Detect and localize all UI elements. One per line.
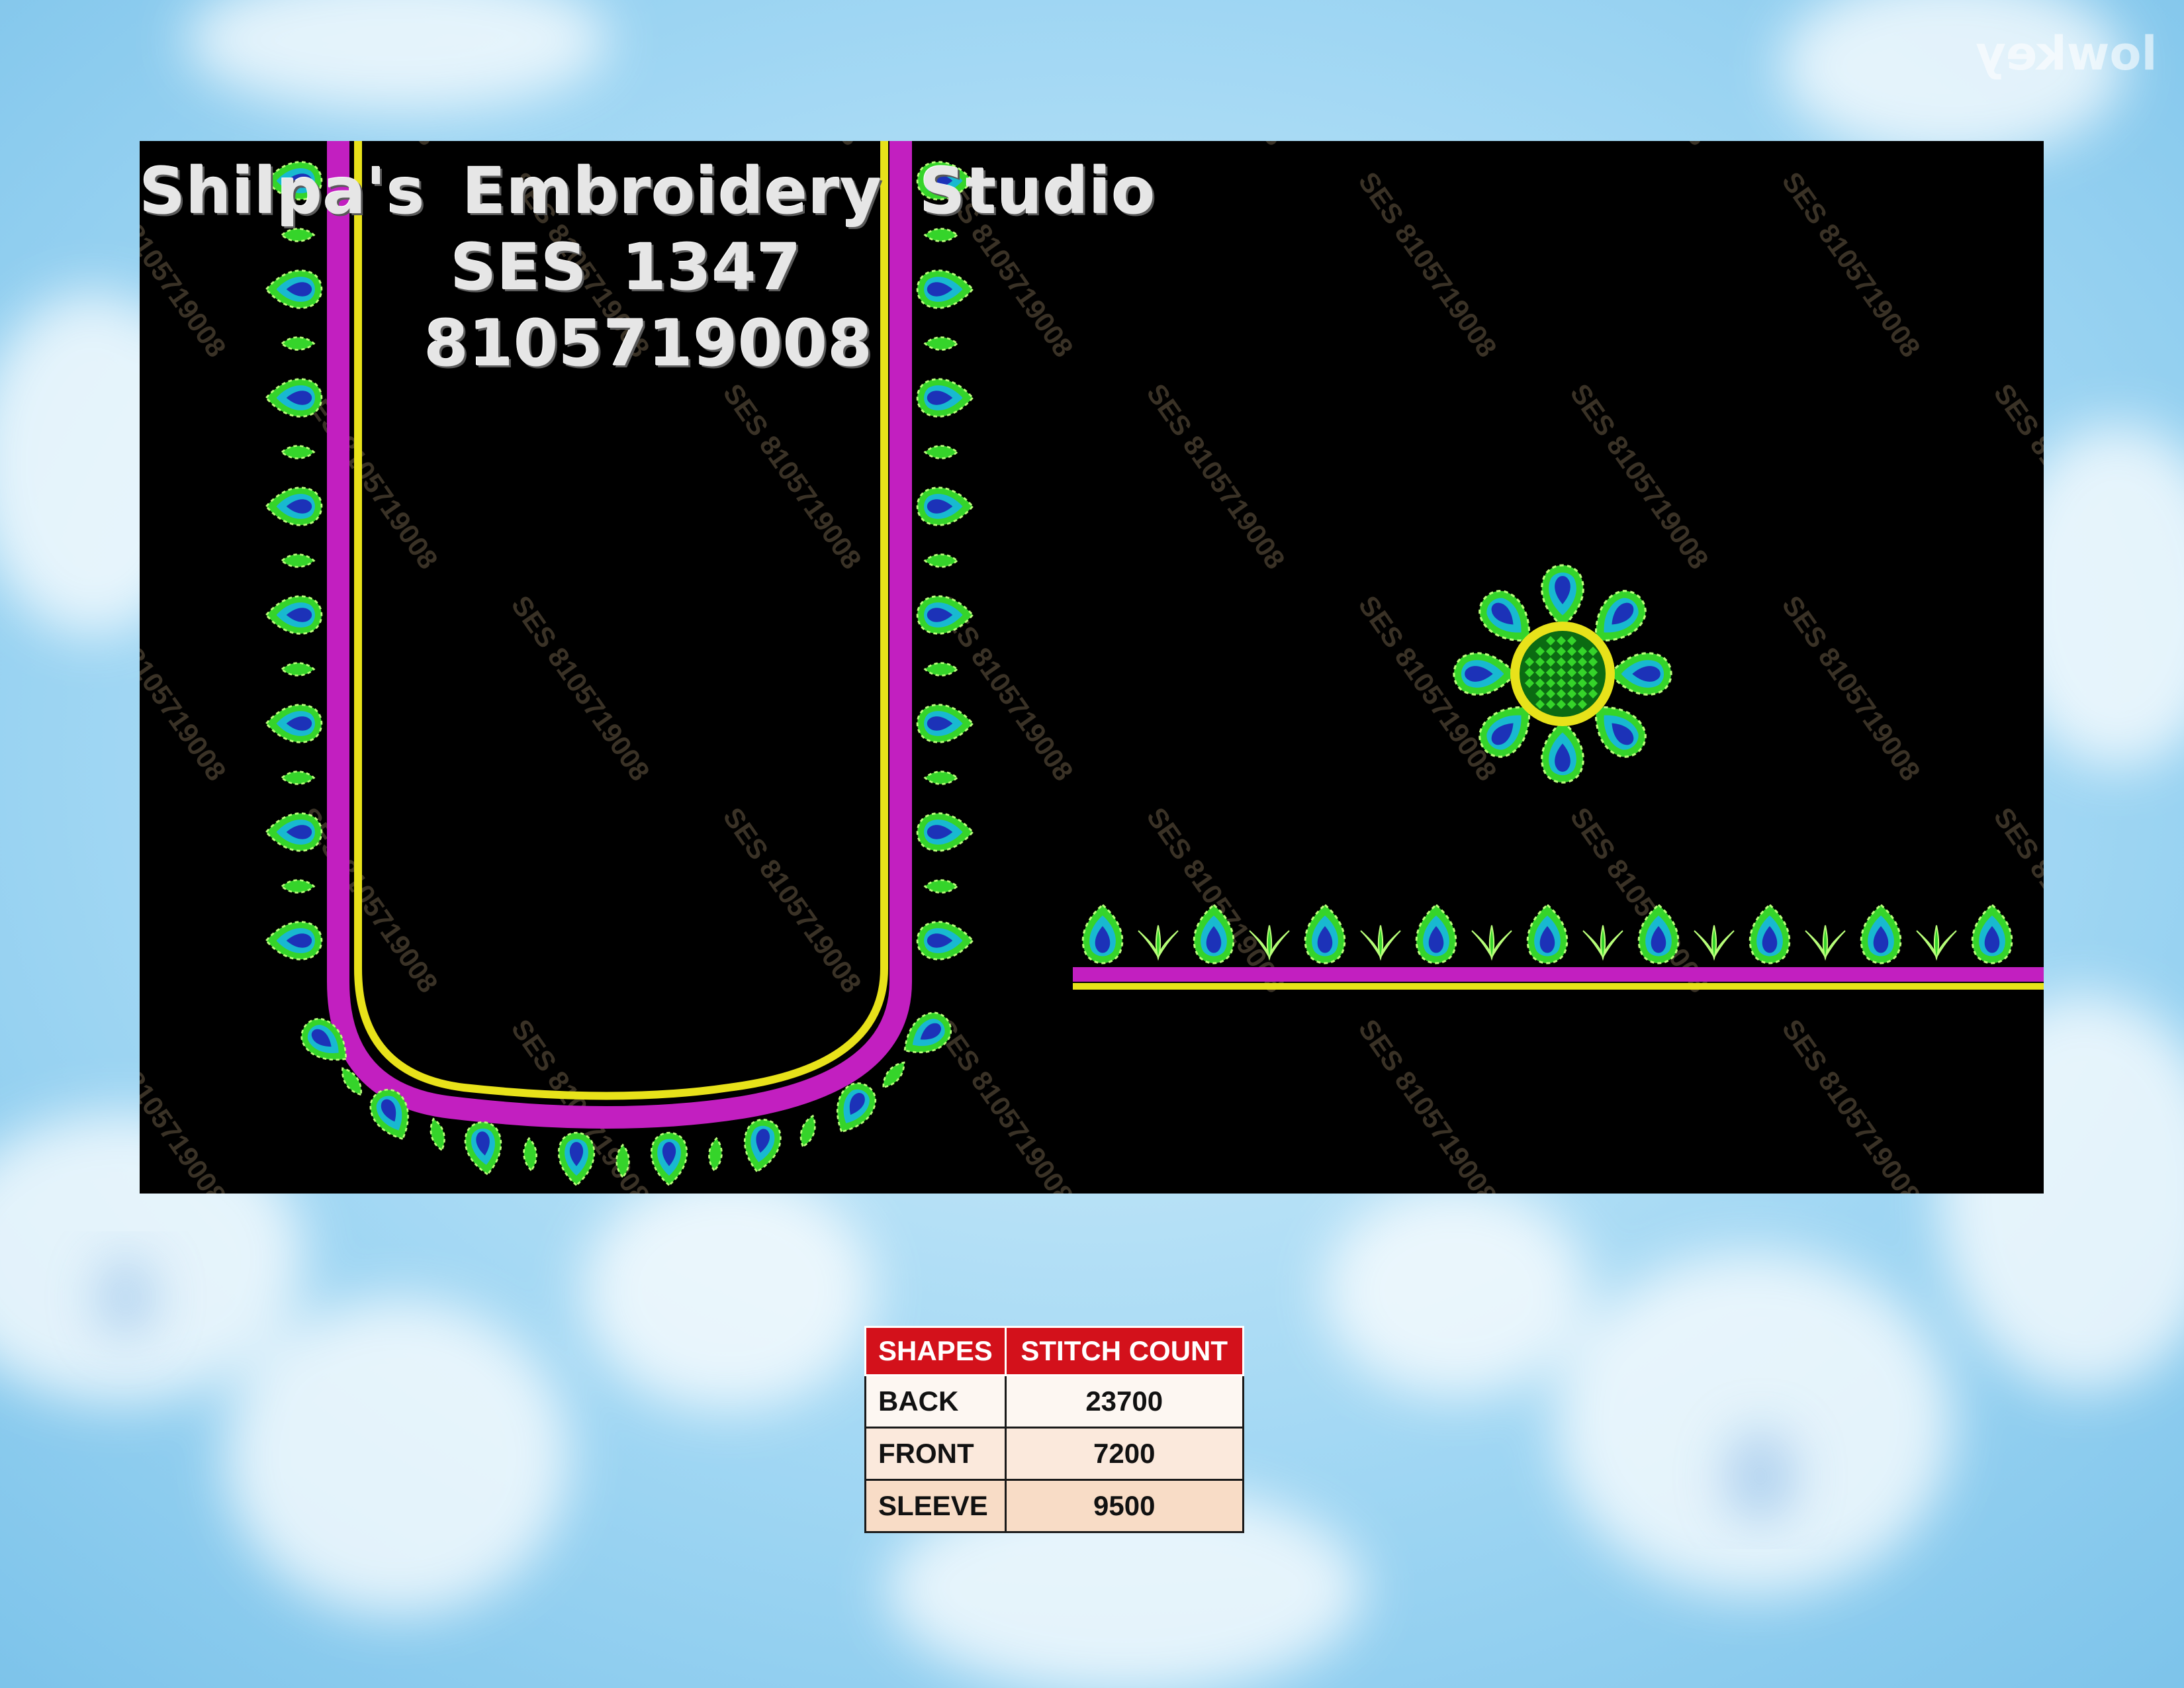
- peacock-motif: [461, 1119, 506, 1178]
- peacock-motif: [1971, 904, 2013, 964]
- leaf-motif: [281, 445, 315, 459]
- leaf-sprig-motif: [1805, 925, 1846, 959]
- watermark-text: SES 8105719008: [929, 1013, 1079, 1194]
- watermark-text: SES 8105719008: [1353, 1013, 1503, 1194]
- peacock-motif: [265, 704, 323, 743]
- peacock-motif: [1860, 904, 1902, 964]
- peacock-motif: [650, 1131, 688, 1186]
- peacock-motif: [916, 921, 974, 961]
- leaf-motif: [281, 771, 315, 785]
- peacock-motif: [739, 1115, 785, 1176]
- sleeve-yellow-line: [1073, 983, 2044, 990]
- leaf-motif: [924, 771, 958, 785]
- leaf-motif: [522, 1137, 539, 1172]
- watermark-text: SES 8105719008: [1565, 378, 1715, 575]
- peacock-petal: [1609, 652, 1672, 696]
- peacock-motif: [916, 487, 974, 526]
- watermark-text: SES 8105719008: [717, 378, 868, 575]
- leaf-motif: [924, 662, 958, 677]
- leaf-motif: [281, 662, 315, 677]
- peacock-motif: [265, 595, 323, 635]
- watermark-text: SES 8105719008: [717, 802, 868, 998]
- watermark-text: SES 8105719008: [1353, 166, 1503, 363]
- peacock-motif: [265, 921, 323, 961]
- shape-cell: BACK: [864, 1374, 1007, 1429]
- sleeve-magenta-band: [1073, 967, 2044, 982]
- peacock-motif: [1304, 904, 1346, 964]
- leaf-motif: [924, 553, 958, 568]
- column-header-shapes: SHAPES: [864, 1326, 1007, 1376]
- sleeve-peacock-border: [1081, 904, 2013, 964]
- stitch-count-cell: 9500: [1004, 1479, 1244, 1533]
- leaf-motif: [281, 228, 315, 242]
- embroidery-artwork: SES 8105719008 SES 8105719008 SES 81057190…: [140, 141, 2044, 1194]
- peacock-motif: [265, 378, 323, 418]
- leaf-motif: [878, 1057, 910, 1092]
- table-header-row: SHAPES STITCH COUNT: [864, 1326, 1244, 1376]
- peacock-petal: [1541, 720, 1584, 784]
- shape-cell: FRONT: [864, 1427, 1007, 1481]
- leaf-motif: [281, 336, 315, 351]
- peacock-motif: [1081, 904, 1124, 964]
- stitch-count-cell: 7200: [1004, 1427, 1244, 1481]
- leaf-motif: [707, 1137, 724, 1172]
- peacock-motif: [916, 812, 974, 852]
- watermark-text: SES 8105719008: [1988, 141, 2044, 151]
- peacock-motif: [557, 1131, 596, 1186]
- design-code: SES 1347: [451, 230, 802, 305]
- leaf-sprig-motif: [1471, 925, 1512, 959]
- watermark-text: SES 8105719008: [1141, 378, 1291, 575]
- watermark-text: SES 8105719008: [506, 590, 656, 786]
- embroidery-design-panel: SES 8105719008 SES 8105719008 SES 81057190…: [140, 141, 2044, 1194]
- corner-logo: lowkey: [1976, 26, 2158, 81]
- peacock-flower-motif: [1453, 564, 1672, 784]
- stitch-count-cell: 23700: [1004, 1374, 1244, 1429]
- leaf-motif: [924, 445, 958, 459]
- leaf-sprig-motif: [1360, 925, 1401, 959]
- watermark-text: SES 8105719008: [1776, 166, 1927, 363]
- column-header-stitch-count: STITCH COUNT: [1004, 1326, 1244, 1376]
- watermark-text: SES 8105719008: [717, 141, 868, 151]
- peacock-petal: [1453, 652, 1516, 696]
- watermark-text: SES 8105719008: [1776, 590, 1927, 786]
- leaf-motif: [924, 228, 958, 242]
- peacock-motif: [916, 269, 974, 309]
- peacock-motif: [265, 269, 323, 309]
- leaf-sprig-motif: [1138, 925, 1179, 959]
- leaf-sprig-motif: [1694, 925, 1735, 959]
- peacock-motif: [265, 487, 323, 526]
- peacock-petal: [1541, 564, 1584, 628]
- watermark-text: SES 8105719008: [294, 141, 444, 151]
- watermark-layer: SES 8105719008 SES 8105719008 SES 81057190…: [140, 141, 2044, 1194]
- studio-phone: 8105719008: [424, 306, 873, 381]
- shape-cell: SLEEVE: [864, 1479, 1007, 1533]
- peacock-motif: [1526, 904, 1569, 964]
- watermark-text: SES 8105719008: [1988, 378, 2044, 575]
- leaf-motif: [796, 1113, 820, 1150]
- studio-name: Shilpa's Embroidery Studio: [140, 154, 1156, 228]
- watermark-text: SES 8105719008: [1565, 141, 1715, 151]
- watermark-text: SES 8105719008: [140, 1013, 232, 1194]
- table-row: FRONT 7200: [864, 1427, 1244, 1481]
- leaf-sprig-motif: [1582, 925, 1623, 959]
- watermark-text: SES 8105719008: [1776, 1013, 1927, 1194]
- table-row: BACK 23700: [864, 1374, 1244, 1429]
- leaf-motif: [281, 879, 315, 894]
- leaf-motif: [281, 553, 315, 568]
- leaf-motif: [924, 336, 958, 351]
- table-row: SLEEVE 9500: [864, 1479, 1244, 1533]
- peacock-motif: [916, 704, 974, 743]
- watermark-text: SES 8105719008: [140, 590, 232, 786]
- peacock-motif: [1415, 904, 1457, 964]
- peacock-motif: [916, 378, 974, 418]
- peacock-motif: [1749, 904, 1791, 964]
- leaf-motif: [924, 879, 958, 894]
- leaf-sprig-motif: [1916, 925, 1957, 959]
- stitch-count-table: SHAPES STITCH COUNT BACK 23700 FRONT 720…: [864, 1326, 1244, 1533]
- peacock-motif: [265, 812, 323, 852]
- watermark-text: SES 8105719008: [1141, 141, 1291, 151]
- leaf-motif: [426, 1116, 449, 1153]
